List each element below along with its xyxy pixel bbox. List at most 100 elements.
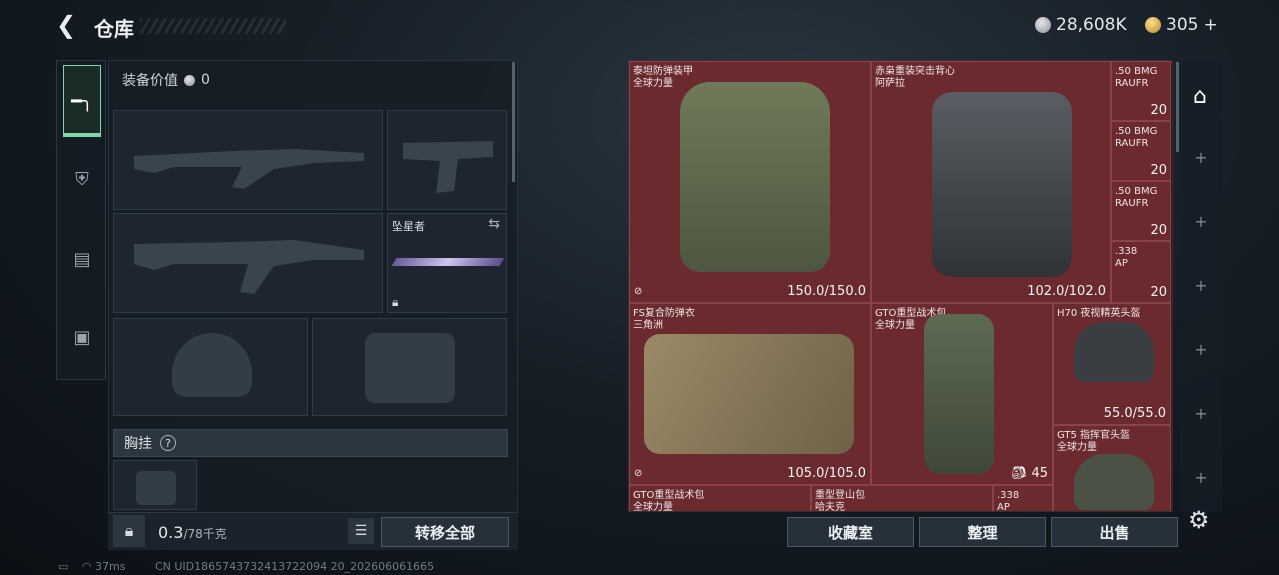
item-durability: 105.0/105.0 [787,466,866,481]
chest-rig-label: 胸挂 [124,436,152,452]
item-name: GTO重型战术包 全球力量 [633,490,704,512]
add-container-icon[interactable]: + [1193,276,1209,295]
sell-button[interactable]: 出售 [1051,517,1178,547]
gold-coin-icon [1145,17,1161,33]
ammo-item[interactable]: .50 BMG RAUFR 20 [1111,121,1171,181]
secondary-weapon-slot[interactable] [387,110,507,210]
ammo-name: .50 BMG RAUFR [1115,186,1157,210]
ammo-count: 20 [1150,103,1167,118]
ping-value: 37ms [95,560,126,573]
briefcase-icon: ▣ [73,326,91,348]
ammo-name: .50 BMG RAUFR [1115,66,1157,90]
storage-icon[interactable]: ⌂ [1186,82,1214,110]
tab-armor[interactable]: ⛨ [63,159,101,199]
ammo-title: .50 BMG [1115,66,1158,77]
ammo-title: .50 BMG [1115,126,1158,137]
transfer-all-button[interactable]: 转移全部 [381,517,509,547]
knife-image [391,258,505,266]
gold-currency[interactable]: 305 + [1145,15,1218,35]
collection-button[interactable]: 收藏室 [787,517,914,547]
storage-item[interactable]: 赤枭重装突击背心 阿萨拉 102.0/102.0 [871,61,1111,303]
storage-item[interactable]: 重型登山包 哈夫克 [811,485,993,512]
status-footer: ▭ ◠ 37ms CN UID1865743732413722094 20_20… [58,560,434,573]
storage-item[interactable]: H70 夜视精英头盔 55.0/55.0 [1053,303,1171,425]
helmet-image [1074,454,1154,510]
item-capacity: 🎒︎ 45 [1010,466,1048,481]
primary-weapon-slot-2[interactable] [113,213,383,313]
ammo-type: AP [1115,258,1128,269]
swap-icon[interactable]: ⇆ [488,216,500,232]
primary-weapon-slot[interactable] [113,110,383,210]
item-capacity-value: 45 [1031,466,1048,481]
add-container-icon[interactable]: + [1193,340,1209,359]
melee-slot[interactable]: 坠星者 ⇆ 🔒︎ [387,213,507,313]
back-icon[interactable]: ❮ [56,12,82,38]
item-durability: 150.0/150.0 [787,284,866,299]
item-faction: 全球力量 [1057,442,1097,453]
armor-image [680,82,830,272]
helmet-slot[interactable] [113,318,308,416]
ammo-item[interactable]: .338 AP 20 [1111,241,1171,303]
page-title: 仓库 [94,17,134,41]
storage-item[interactable]: .338 AP [993,485,1053,511]
list-view-button[interactable]: ☰ [348,518,374,544]
item-durability: 55.0/55.0 [1103,406,1166,421]
item-name: H70 夜视精英头盔 [1057,308,1140,320]
item-faction: 三角洲 [633,320,663,331]
add-container-icon[interactable]: + [1193,404,1209,423]
lock-button[interactable]: 🔒︎ [113,515,145,547]
backpack-image [924,314,994,474]
item-name: 赤枭重装突击背心 阿萨拉 [875,66,955,90]
storage-item[interactable]: GT5 指挥官头盔 全球力量 [1053,425,1171,511]
weight-readout: 0.3/78千克 [158,523,227,542]
chest-rig-slot[interactable] [113,460,197,510]
backpack-icon: ▤ [73,248,91,270]
tab-backpack[interactable]: ▤ [63,239,101,279]
tab-weapons[interactable]: ━╮ [63,65,101,137]
category-rail: ━╮ ⛨ ▤ ▣ [56,60,106,380]
chest-rig-icon [136,471,176,505]
equipment-value-amount: 0 [201,72,210,88]
storage-item[interactable]: 泰坦防弹装甲 全球力量 ⊘ 150.0/150.0 [629,61,871,303]
ammo-item[interactable]: .50 BMG RAUFR 20 [1111,61,1171,121]
item-title: H70 夜视精英头盔 [1057,308,1141,319]
item-title: 重型登山包 [815,490,865,501]
item-name: FS复合防弹衣 三角洲 [633,308,695,332]
ammo-item[interactable]: .50 BMG RAUFR 20 [1111,181,1171,241]
ammo-type: RAUFR [1115,138,1149,149]
silver-coin-icon [1035,17,1051,33]
item-name: .338 AP [997,490,1019,511]
add-container-icon[interactable]: + [1193,468,1209,487]
vest-image [644,334,854,454]
ammo-title: .338 [1115,246,1138,257]
item-title: GT5 指挥官头盔 [1057,430,1131,441]
ammo-type: RAUFR [1115,198,1149,209]
add-container-icon[interactable]: + [1193,212,1209,231]
add-container-icon[interactable]: + [1193,148,1209,167]
settings-gear-icon[interactable]: ⚙ [1188,506,1210,534]
silver-coin-icon [184,74,195,86]
wifi-icon: ◠ [81,560,92,573]
scrollbar[interactable] [512,62,515,182]
rifle-icon [134,149,364,189]
armor-slot[interactable] [312,318,507,416]
storage-item[interactable]: FS复合防弹衣 三角洲 ⊘ 105.0/105.0 [629,303,871,485]
tab-case[interactable]: ▣ [63,317,101,357]
sort-button[interactable]: 整理 [919,517,1046,547]
weight-current: 0.3 [158,523,184,542]
pistol-icon [403,141,493,193]
item-faction: 哈夫克 [815,502,845,512]
add-currency-button[interactable]: + [1203,15,1217,35]
storage-scrollbar[interactable] [1176,62,1179,152]
lock-icon: 🔒︎ [392,295,399,309]
silver-currency: 28,608K [1035,15,1127,35]
title-decoration [140,18,286,34]
item-faction: 全球力量 [633,502,673,512]
help-icon[interactable]: ? [160,435,176,451]
storage-item[interactable]: GTO重型战术包 全球力量 🎒︎ 45 [871,303,1053,485]
ammo-count: 20 [1150,285,1167,300]
item-faction: 阿萨拉 [875,78,905,89]
storage-item[interactable]: GTO重型战术包 全球力量 [629,485,811,512]
battery-icon: ▭ [58,560,69,573]
item-title: 泰坦防弹装甲 [633,66,693,77]
